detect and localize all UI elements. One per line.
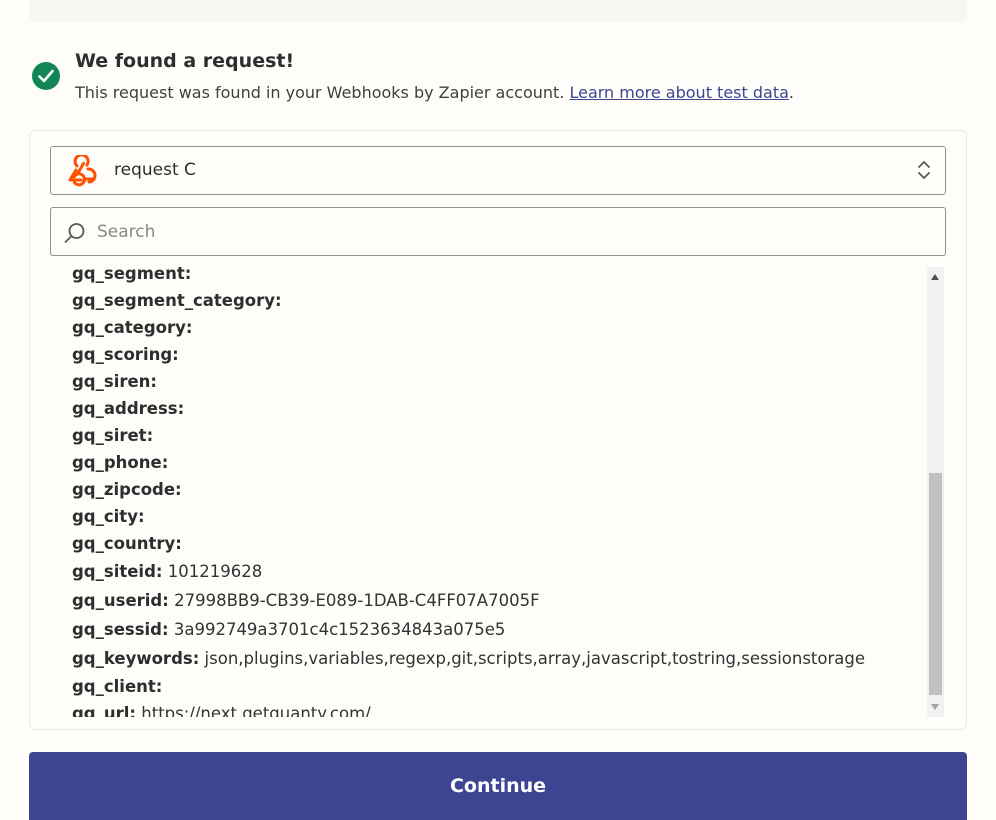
webhook-icon	[65, 153, 99, 191]
field-row: gq_url: https://next.getquanty.com/	[72, 700, 922, 717]
field-key: gq_keywords:	[72, 649, 200, 668]
found-description-trailing: .	[788, 83, 794, 102]
field-key: gq_siren:	[72, 372, 158, 391]
fields-list-content: gq_segment: gq_segment_category: gq_catego…	[72, 267, 922, 717]
field-key: gq_country:	[72, 534, 182, 553]
field-value: https://next.getquanty.com/	[136, 704, 371, 717]
request-select[interactable]: request C	[50, 146, 946, 195]
field-row: gq_country:	[72, 530, 922, 557]
field-row: gq_sessid: 3a992749a3701c4c1523634843a07…	[72, 615, 922, 644]
learn-more-link[interactable]: Learn more about test data	[569, 83, 788, 102]
field-row: gq_city:	[72, 503, 922, 530]
search-field[interactable]	[50, 207, 946, 256]
field-row: gq_phone:	[72, 449, 922, 476]
field-key: gq_phone:	[72, 453, 169, 472]
found-title: We found a request!	[75, 50, 295, 72]
field-value: 27998BB9-CB39-E089-1DAB-C4FF07A7005F	[168, 591, 540, 610]
scroll-up-arrow-icon[interactable]	[931, 274, 939, 280]
previous-card	[29, 0, 967, 22]
field-key: gq_url:	[72, 704, 137, 717]
field-row: gq_client:	[72, 673, 922, 700]
field-key: gq_city:	[72, 507, 145, 526]
field-row: gq_scoring:	[72, 341, 922, 368]
field-row: gq_siteid: 101219628	[72, 557, 922, 586]
field-key: gq_zipcode:	[72, 480, 182, 499]
field-row: gq_siret:	[72, 422, 922, 449]
check-circle-icon	[32, 62, 60, 90]
field-key: gq_client:	[72, 677, 163, 696]
field-key: gq_userid:	[72, 591, 169, 610]
field-row: gq_address:	[72, 395, 922, 422]
field-key: gq_segment:	[72, 267, 192, 283]
field-key: gq_sessid:	[72, 620, 169, 639]
fields-list: gq_segment: gq_segment_category: gq_catego…	[50, 267, 946, 717]
found-description-text: This request was found in your Webhooks …	[75, 83, 570, 102]
search-input[interactable]	[95, 218, 919, 246]
field-key: gq_scoring:	[72, 345, 179, 364]
field-row: gq_zipcode:	[72, 476, 922, 503]
field-row: gq_userid: 27998BB9-CB39-E089-1DAB-C4FF0…	[72, 586, 922, 615]
request-select-value: request C	[114, 160, 196, 180]
field-key: gq_address:	[72, 399, 185, 418]
field-key: gq_siret:	[72, 426, 154, 445]
field-row: gq_segment:	[72, 267, 922, 287]
field-value: 3a992749a3701c4c1523634843a075e5	[168, 620, 506, 639]
field-row: gq_siren:	[72, 368, 922, 395]
field-key: gq_segment_category:	[72, 291, 282, 310]
request-panel: request C gq_segment: gq_segment_category…	[29, 130, 967, 730]
scroll-down-arrow-icon[interactable]	[931, 704, 939, 710]
field-key: gq_category:	[72, 318, 193, 337]
field-row: gq_keywords: json,plugins,variables,rege…	[72, 644, 922, 673]
field-value: json,plugins,variables,regexp,git,script…	[199, 649, 866, 668]
field-row: gq_segment_category:	[72, 287, 922, 314]
continue-button[interactable]: Continue	[29, 752, 967, 820]
field-key: gq_siteid:	[72, 562, 163, 581]
field-row: gq_category:	[72, 314, 922, 341]
chevron-up-down-icon	[917, 160, 931, 184]
search-icon	[63, 221, 87, 249]
scrollbar-thumb[interactable]	[929, 473, 942, 695]
scrollbar[interactable]	[927, 267, 944, 717]
field-value: 101219628	[162, 562, 263, 581]
found-description: This request was found in your Webhooks …	[75, 83, 794, 102]
